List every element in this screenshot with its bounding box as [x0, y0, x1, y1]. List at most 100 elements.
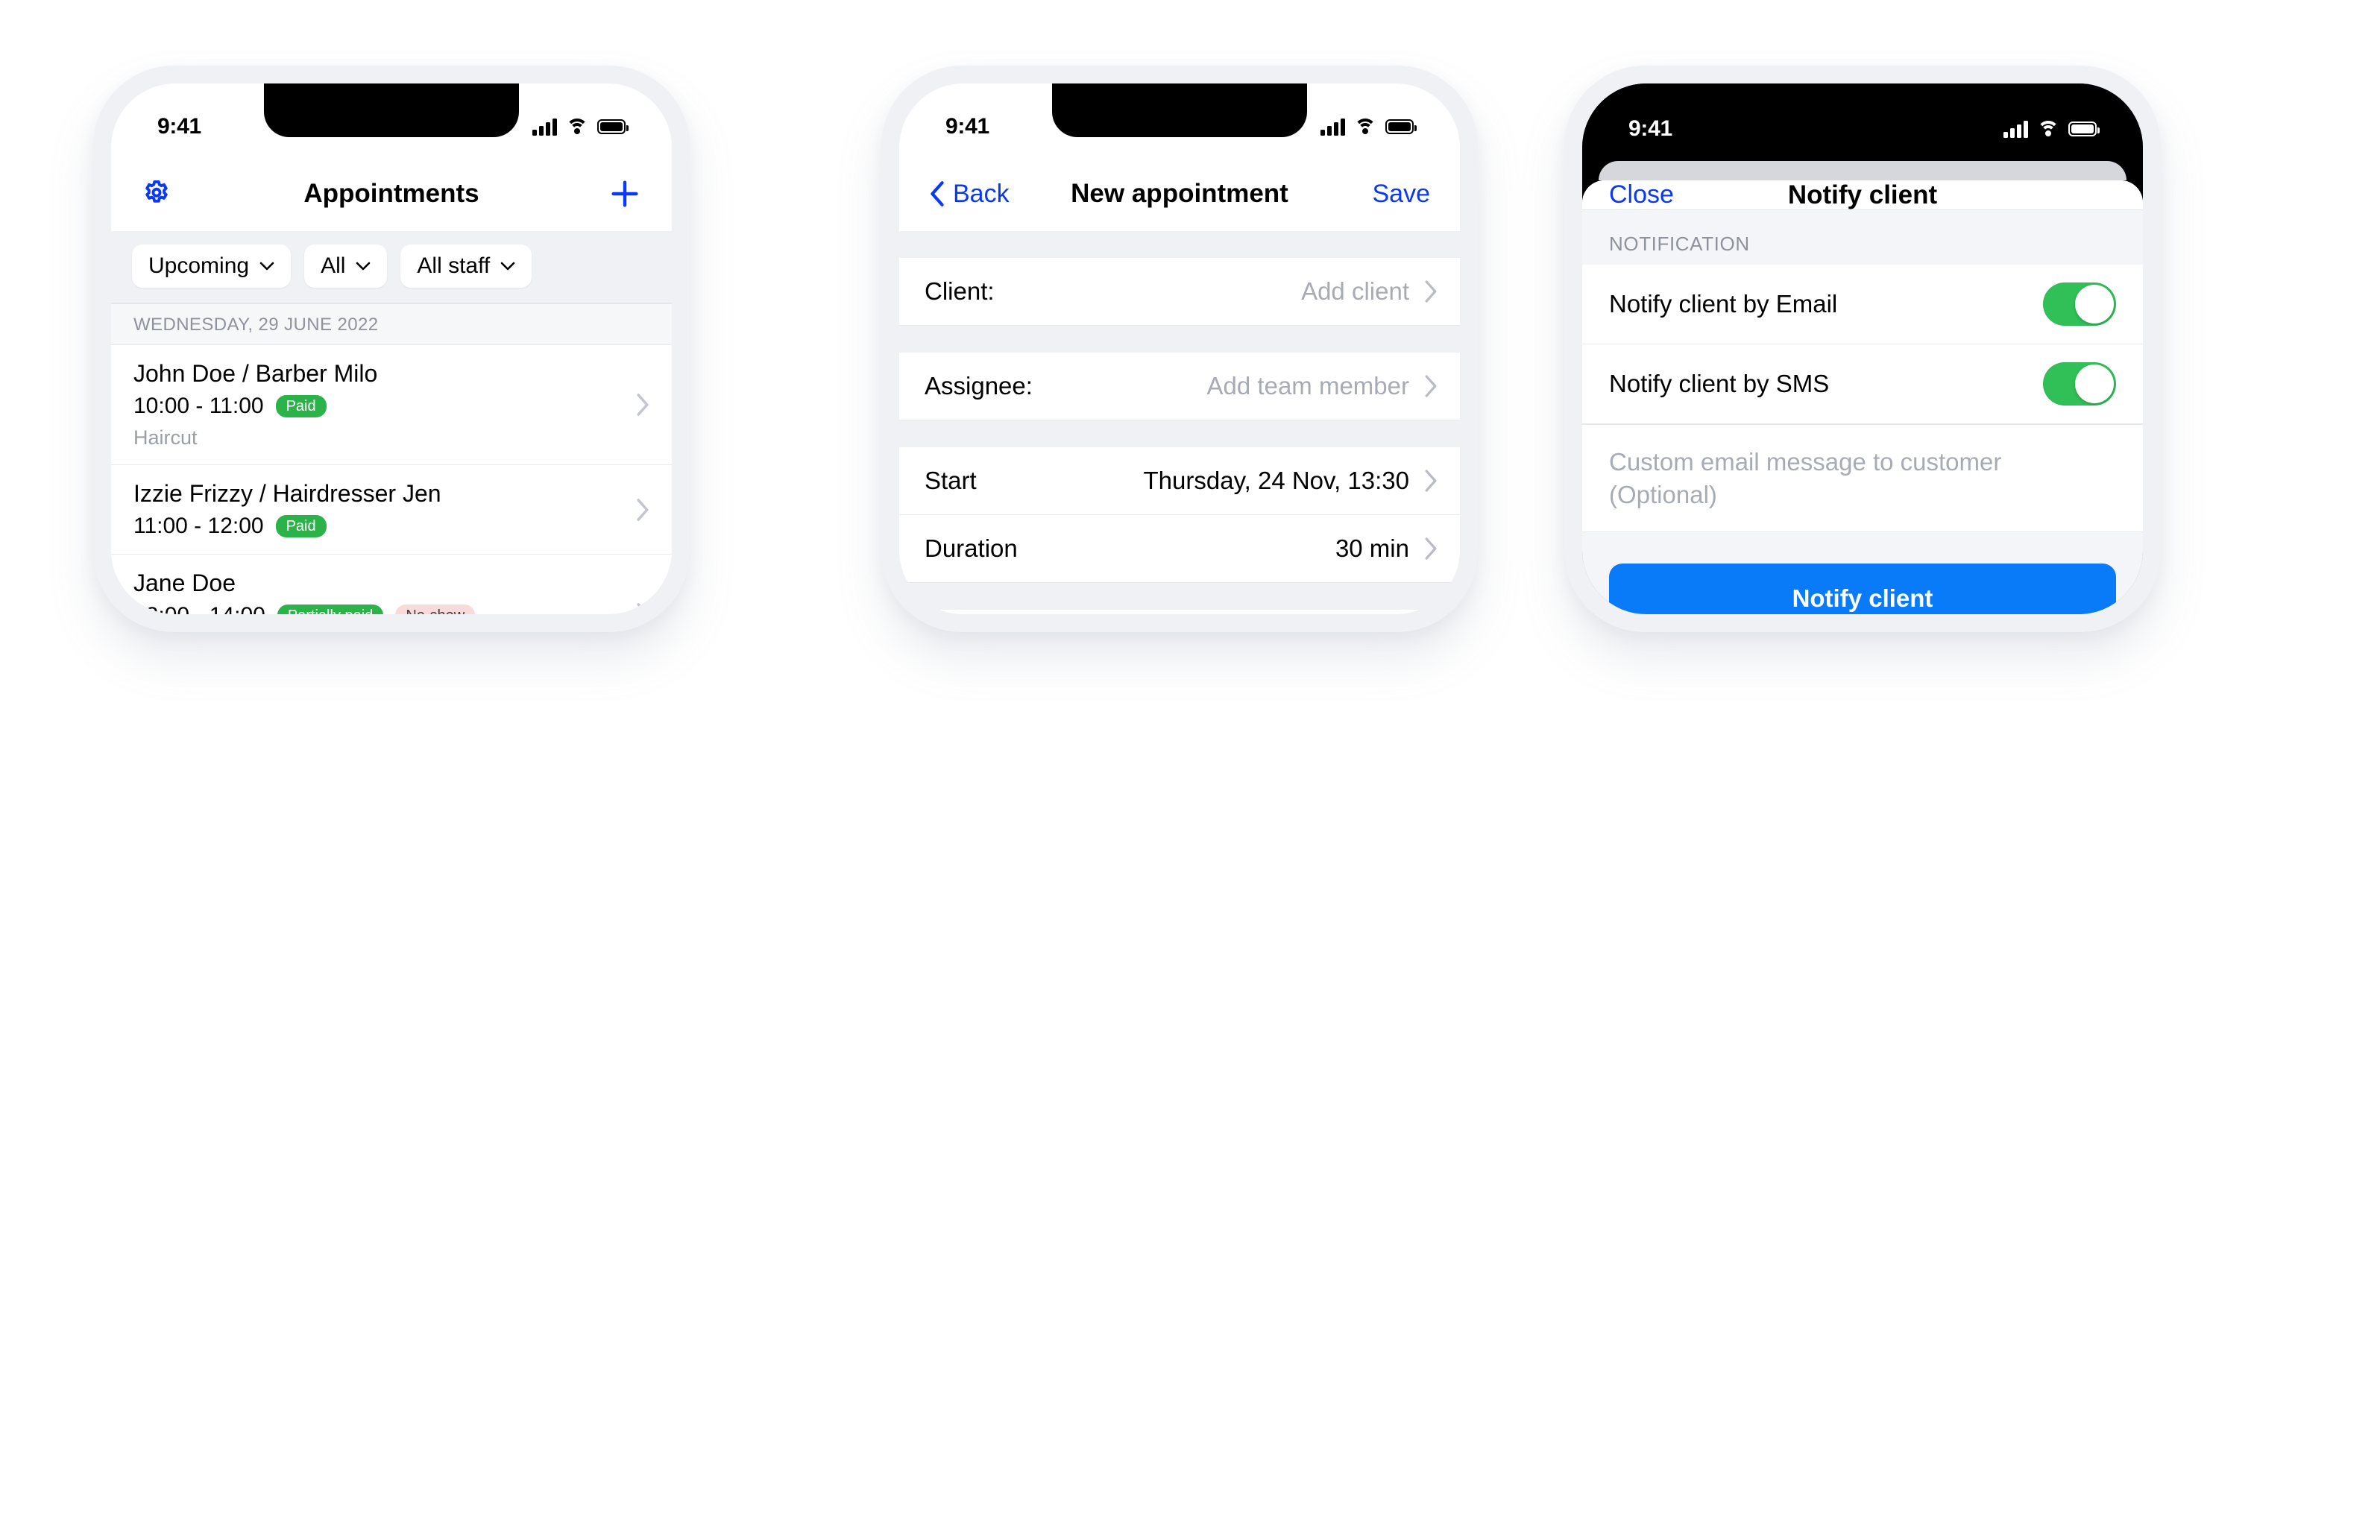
start-value: Thursday, 24 Nov, 13:30: [1143, 467, 1409, 494]
phone-notify-client: 9:41 Close Notify client NOTIFICATION No…: [1564, 66, 2161, 632]
plus-icon: [611, 180, 638, 207]
appointment-meta: 10:00 - 11:00 Paid: [133, 394, 620, 419]
notch: [1052, 83, 1307, 137]
phone1-screen: 9:41 Appointments Upcoming All All staff…: [111, 83, 672, 614]
filter-all[interactable]: All: [304, 244, 388, 288]
appointment-meta: 13:00 - 14:00 Partially paid No-show: [133, 603, 620, 614]
settings-button[interactable]: [141, 178, 172, 209]
page-title: Appointments: [303, 179, 479, 208]
section-header-notification: NOTIFICATION: [1582, 210, 2143, 265]
wifi-icon: [566, 119, 588, 135]
chevron-right-icon: [637, 603, 649, 614]
chevron-down-icon: [259, 262, 274, 271]
notify-by-sms-row[interactable]: Notify client by SMS: [1582, 344, 2143, 424]
notify-client-button[interactable]: Notify client: [1609, 564, 2116, 614]
wifi-icon: [2037, 121, 2059, 137]
day-header: WEDNESDAY, 29 JUNE 2022: [111, 303, 672, 345]
table-row[interactable]: John Doe / Barber Milo 10:00 - 11:00 Pai…: [111, 345, 672, 465]
status-time: 9:41: [1628, 116, 1672, 141]
notify-by-email-row[interactable]: Notify client by Email: [1582, 265, 2143, 344]
chevron-right-icon: [1425, 280, 1437, 303]
status-time: 9:41: [945, 114, 989, 139]
chevron-right-icon: [1425, 375, 1437, 397]
status-badge: No-show: [395, 605, 476, 614]
notify-by-email-label: Notify client by Email: [1609, 290, 1838, 318]
section-gap: [899, 326, 1460, 353]
battery-icon: [597, 119, 629, 134]
back-label: Back: [953, 179, 1010, 208]
notify-client-sheet: Close Notify client NOTIFICATION Notify …: [1582, 180, 2143, 614]
filter-upcoming-label: Upcoming: [148, 253, 250, 278]
sheet-actions: Notify client Skip notification: [1582, 532, 2143, 614]
notify-by-email-toggle[interactable]: [2043, 283, 2116, 326]
status-badge: Paid: [275, 515, 327, 537]
status-bar: 9:41: [1582, 83, 2143, 161]
sheet-stack-behind: [1599, 161, 2126, 180]
table-row[interactable]: Izzie Frizzy / Hairdresser Jen 11:00 - 1…: [111, 465, 672, 555]
phone-appointments-list: 9:41 Appointments Upcoming All All staff…: [93, 66, 690, 632]
cellular-signal-icon: [2003, 120, 2028, 138]
client-row[interactable]: Client: Add client: [899, 258, 1460, 326]
start-label: Start: [925, 467, 977, 494]
battery-icon: [1385, 119, 1417, 134]
section-gap: [899, 583, 1460, 610]
chevron-down-icon: [356, 262, 371, 271]
appointments-list: WEDNESDAY, 29 JUNE 2022 John Doe / Barbe…: [111, 303, 672, 614]
table-row[interactable]: Jane Doe 13:00 - 14:00 Partially paid No…: [111, 555, 672, 614]
appointment-time: 10:00 - 11:00: [133, 394, 264, 418]
chevron-left-icon: [931, 181, 944, 206]
notify-by-sms-toggle[interactable]: [2043, 362, 2116, 405]
phone1-navbar: Appointments: [111, 157, 672, 231]
status-time: 9:41: [157, 114, 201, 139]
close-button[interactable]: Close: [1609, 180, 1674, 209]
chevron-right-icon: [637, 498, 649, 521]
phone-new-appointment: 9:41 Back New appointment Save Client: A…: [881, 66, 1478, 632]
assignee-value: Add team member: [1206, 372, 1409, 400]
status-indicators: [532, 118, 629, 136]
client-value: Add client: [1301, 277, 1409, 305]
filter-all-staff[interactable]: All staff: [400, 244, 532, 288]
appointment-service: Haircut: [133, 426, 198, 449]
custom-message-input[interactable]: Custom email message to customer (Option…: [1582, 424, 2143, 533]
notch: [264, 83, 519, 137]
sheet-navbar: Close Notify client: [1582, 180, 2143, 210]
status-badge: Paid: [275, 395, 327, 417]
appointment-title: Jane Doe: [133, 569, 236, 596]
status-bar: 9:41: [111, 83, 672, 157]
assignee-label: Assignee:: [925, 372, 1033, 400]
phone2-screen: 9:41 Back New appointment Save Client: A…: [899, 83, 1460, 614]
battery-icon: [2068, 122, 2100, 136]
screenshot-stage: 9:41 Appointments Upcoming All All staff…: [0, 0, 2380, 1540]
appointment-title: Izzie Frizzy / Hairdresser Jen: [133, 480, 441, 507]
status-bar: 9:41: [899, 83, 1460, 157]
appointment-time: 11:00 - 12:00: [133, 514, 264, 538]
filter-all-staff-label: All staff: [417, 253, 491, 278]
cellular-signal-icon: [1320, 118, 1345, 136]
phone3-screen: 9:41 Close Notify client NOTIFICATION No…: [1582, 83, 2143, 614]
gear-icon: [145, 180, 168, 203]
appointment-title: John Doe / Barber Milo: [133, 360, 378, 387]
save-label: Save: [1372, 179, 1431, 208]
save-button[interactable]: Save: [1373, 180, 1431, 209]
notify-by-sms-label: Notify client by SMS: [1609, 370, 1830, 397]
back-button[interactable]: Back: [929, 180, 1010, 209]
chevron-right-icon: [1425, 537, 1437, 560]
status-indicators: [2003, 120, 2100, 138]
phone2-navbar: Back New appointment Save: [899, 157, 1460, 231]
filter-bar: Upcoming All All staff: [111, 231, 672, 303]
status-badge: Partially paid: [277, 605, 384, 614]
appointment-time: 13:00 - 14:00: [133, 603, 265, 614]
start-row[interactable]: Start Thursday, 24 Nov, 13:30: [899, 447, 1460, 515]
status-indicators: [1320, 118, 1417, 136]
assignee-row[interactable]: Assignee: Add team member: [899, 353, 1460, 420]
filter-all-label: All: [321, 253, 346, 278]
chevron-right-icon: [1425, 470, 1437, 492]
add-appointment-button[interactable]: [608, 177, 642, 211]
chevron-right-icon: [637, 394, 649, 416]
new-appointment-form: Client: Add client Assignee: Add team me…: [899, 231, 1460, 614]
duration-row[interactable]: Duration 30 min: [899, 515, 1460, 583]
add-service-row[interactable]: Add service / Product: [899, 610, 1460, 614]
filter-upcoming[interactable]: Upcoming: [132, 244, 292, 288]
section-gap: [899, 231, 1460, 258]
wifi-icon: [1354, 119, 1376, 135]
